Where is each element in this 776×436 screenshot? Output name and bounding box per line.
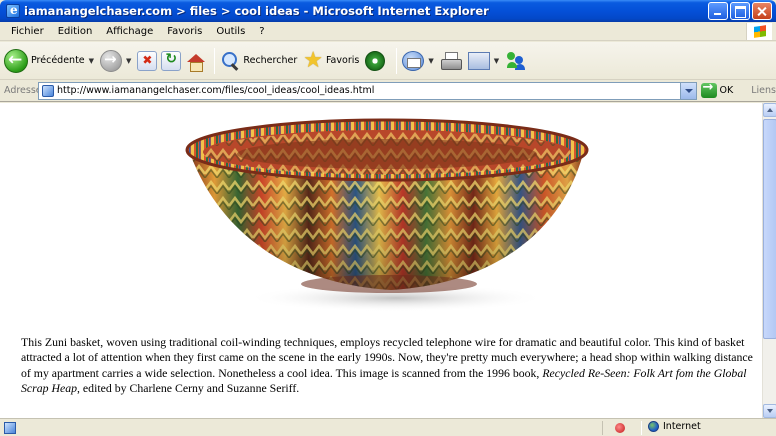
search-label: Rechercher [243, 55, 298, 66]
zone-label: Internet [663, 421, 701, 432]
back-label: Précédente [31, 55, 85, 66]
menu-edit[interactable]: Edition [51, 26, 100, 37]
menu-help[interactable]: ? [252, 26, 271, 37]
forward-button[interactable]: ▼ [100, 49, 131, 72]
security-pane [602, 421, 642, 435]
maximize-button[interactable] [730, 2, 750, 20]
scroll-up-icon[interactable] [763, 103, 776, 117]
forward-arrow-icon [100, 49, 123, 72]
scroll-down-icon[interactable] [763, 404, 776, 418]
page-icon [42, 84, 54, 97]
refresh-icon[interactable] [161, 50, 182, 71]
print-button[interactable] [440, 51, 462, 70]
article-text-after: , edited by Charlene Cerny and Suzanne S… [77, 381, 300, 396]
print-icon [440, 51, 462, 70]
search-button[interactable]: Rechercher [220, 51, 297, 71]
home-icon[interactable] [185, 51, 206, 72]
minimize-button[interactable] [708, 2, 728, 20]
ie-app-icon[interactable] [6, 3, 20, 18]
star-icon: ★ [303, 47, 323, 73]
menu-view[interactable]: Affichage [99, 26, 160, 37]
back-button[interactable]: Précédente ▼ [4, 48, 94, 73]
edit-dropdown-icon[interactable]: ▼ [494, 57, 499, 65]
windows-logo-icon [746, 23, 772, 40]
window-title: iamanangelchaser.com > files > cool idea… [24, 4, 489, 18]
mail-dropdown-icon[interactable]: ▼ [428, 57, 433, 65]
back-arrow-icon [4, 48, 28, 73]
stop-icon[interactable] [137, 50, 158, 71]
security-icon [615, 423, 625, 433]
menu-favorites[interactable]: Favoris [160, 26, 209, 37]
zone-pane[interactable]: Internet [648, 421, 701, 432]
menu-file[interactable]: Fichier [4, 26, 51, 37]
favorites-label: Favoris [325, 55, 360, 66]
edit-button[interactable]: ▼ [467, 51, 499, 70]
toolbar-separator [214, 47, 216, 74]
toolbar-separator [396, 47, 398, 74]
page-content[interactable]: This Zuni basket, woven using traditiona… [0, 103, 762, 418]
vertical-scrollbar[interactable] [762, 103, 776, 418]
toolbar: Précédente ▼ ▼ Rechercher ★ Favoris ▼ ▼ [0, 42, 776, 80]
article-paragraph: This Zuni basket, woven using traditiona… [21, 335, 761, 397]
go-label: OK [719, 85, 734, 96]
messenger-icon [505, 51, 527, 71]
links-label[interactable]: Liens [751, 85, 776, 96]
menu-bar: Fichier Edition Affichage Favoris Outils… [0, 22, 776, 41]
close-button[interactable] [752, 2, 772, 20]
edit-icon [467, 51, 490, 70]
scroll-thumb[interactable] [763, 119, 776, 339]
globe-icon [648, 421, 659, 432]
status-bar: Internet [0, 418, 776, 436]
mail-icon [402, 50, 425, 71]
go-button[interactable]: OK [700, 80, 734, 98]
status-page-icon [4, 421, 16, 434]
messenger-button[interactable] [505, 51, 527, 71]
media-icon [365, 50, 386, 71]
address-label: Adresse [4, 85, 42, 96]
media-button[interactable] [365, 50, 386, 71]
address-url[interactable]: http://www.iamanangelchaser.com/files/co… [57, 85, 374, 96]
basket-image [185, 118, 589, 312]
address-input[interactable]: http://www.iamanangelchaser.com/files/co… [38, 81, 697, 100]
address-bar: Adresse http://www.iamanangelchaser.com/… [0, 80, 776, 102]
search-icon [220, 51, 240, 71]
address-dropdown-icon[interactable] [679, 82, 696, 99]
title-bar[interactable]: iamanangelchaser.com > files > cool idea… [0, 0, 776, 22]
mail-button[interactable]: ▼ [402, 50, 434, 71]
forward-dropdown-icon[interactable]: ▼ [126, 57, 131, 65]
menu-tools[interactable]: Outils [209, 26, 252, 37]
back-dropdown-icon[interactable]: ▼ [89, 57, 94, 65]
go-arrow-icon [700, 80, 717, 98]
favorites-button[interactable]: ★ Favoris [303, 47, 360, 73]
window-controls [708, 2, 772, 20]
